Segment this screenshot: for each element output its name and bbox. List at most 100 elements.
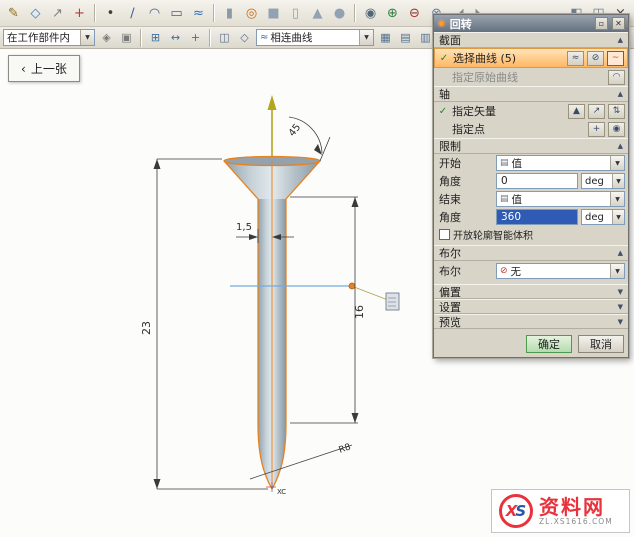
end-option-combo[interactable]: ▤ 值 ▼: [496, 191, 625, 207]
collapse-down-icon[interactable]: ▼: [618, 303, 623, 311]
section-header-offset[interactable]: 偏置 ▼: [434, 284, 628, 299]
point-constructor-button[interactable]: ◉: [608, 122, 625, 137]
datum-plane-icon[interactable]: ◇: [25, 3, 46, 24]
origin-curve-row[interactable]: 指定原始曲线 ◠: [434, 68, 628, 86]
chevron-down-icon[interactable]: ▼: [359, 30, 373, 45]
revolve-icon[interactable]: ◎: [241, 3, 262, 24]
select-curve-row[interactable]: ✓ 选择曲线 (5) ≈ ⊘ ~: [434, 48, 628, 68]
subtract-icon[interactable]: ⊖: [404, 3, 425, 24]
chevron-down-icon[interactable]: ▼: [610, 264, 624, 278]
sphere-icon[interactable]: ●: [329, 3, 350, 24]
start-label: 开始: [437, 155, 493, 171]
arc-icon[interactable]: ◠: [144, 3, 165, 24]
watermark-logo-s: S: [515, 502, 526, 520]
collapse-down-icon[interactable]: ▼: [618, 288, 623, 296]
dimension-shaft-length[interactable]: 16: [290, 197, 366, 423]
separator[interactable]: [94, 4, 96, 22]
chevron-down-icon[interactable]: ▼: [612, 210, 624, 224]
chevron-down-icon[interactable]: ▼: [612, 174, 624, 188]
start-angle-unit-combo[interactable]: deg ▼: [581, 173, 625, 189]
block-icon[interactable]: ■: [263, 3, 284, 24]
dimension-overall-height[interactable]: 23: [140, 159, 268, 489]
detach-dialog-button[interactable]: ▫: [595, 17, 608, 30]
chevron-down-icon[interactable]: ▼: [610, 156, 624, 170]
selected-section-curves[interactable]: [224, 157, 320, 490]
datum-csys-icon[interactable]: +: [69, 3, 90, 24]
datum-axis-icon[interactable]: ↗: [47, 3, 68, 24]
extrude-icon[interactable]: ▮: [219, 3, 240, 24]
end-label: 结束: [437, 191, 493, 207]
collapse-up-icon[interactable]: ▲: [618, 142, 623, 150]
dimension-head-angle[interactable]: 45: [287, 117, 330, 161]
vector-constructor-button[interactable]: ▲: [568, 104, 585, 119]
origin-curve-button[interactable]: ◠: [608, 70, 625, 85]
inferred-vector-button[interactable]: ↗: [588, 104, 605, 119]
end-angle-input[interactable]: 360: [496, 209, 578, 225]
cone-icon[interactable]: ▲: [307, 3, 328, 24]
previous-button[interactable]: ‹ 上一张: [8, 55, 80, 82]
selection-intent-button[interactable]: ≈: [567, 51, 584, 66]
separator[interactable]: [140, 29, 142, 47]
orient-wcs-icon[interactable]: +: [186, 29, 205, 47]
rectangle-icon[interactable]: ▭: [166, 3, 187, 24]
snap-endpoint-icon[interactable]: ▤: [396, 29, 415, 47]
separator[interactable]: [213, 4, 215, 22]
selection-rect-icon[interactable]: ◫: [215, 29, 234, 47]
create-point-icon[interactable]: ⊞: [146, 29, 165, 47]
section-header-boolean[interactable]: 布尔 ▲: [434, 245, 628, 261]
move-handle-icon[interactable]: ↔: [166, 29, 185, 47]
dialog-titlebar[interactable]: ◉ 回转 ▫ ✕: [434, 15, 628, 32]
collapse-up-icon[interactable]: ▲: [618, 90, 623, 98]
specify-vector-row[interactable]: ✓ 指定矢量 ▲ ↗ ⇅: [434, 102, 628, 120]
close-dialog-button[interactable]: ✕: [612, 17, 625, 30]
end-angle-unit-combo[interactable]: deg ▼: [581, 209, 625, 225]
deselect-all-button[interactable]: ⊘: [587, 51, 604, 66]
boolean-combo[interactable]: ⊘ 无 ▼: [496, 263, 625, 279]
separator[interactable]: [209, 29, 211, 47]
collapse-down-icon[interactable]: ▼: [618, 318, 623, 326]
sketch-icon[interactable]: ✎: [3, 3, 24, 24]
chevron-down-icon[interactable]: ▼: [610, 192, 624, 206]
collapse-up-icon[interactable]: ▲: [618, 36, 623, 44]
separator[interactable]: [354, 4, 356, 22]
ok-button[interactable]: 确定: [526, 335, 572, 353]
spline-icon[interactable]: ≈: [188, 3, 209, 24]
point-dialog-icon: +: [593, 124, 601, 134]
section-header-settings[interactable]: 设置 ▼: [434, 299, 628, 314]
start-angle-input[interactable]: 0: [496, 173, 578, 189]
curve-select-button[interactable]: ~: [607, 51, 624, 66]
start-option-value: 值: [512, 156, 523, 171]
section-header-axis[interactable]: 轴 ▲: [434, 86, 628, 102]
start-option-combo[interactable]: ▤ 值 ▼: [496, 155, 625, 171]
select-curve-label: 选择曲线 (5): [453, 50, 564, 66]
line-icon[interactable]: ∕: [122, 3, 143, 24]
collapse-up-icon[interactable]: ▲: [618, 249, 623, 257]
end-option-value: 值: [512, 192, 523, 207]
section-header-preview[interactable]: 预览 ▼: [434, 314, 628, 329]
curve-rule-combo[interactable]: ≈ 相连曲线 ▼: [256, 29, 374, 46]
point-icon[interactable]: •: [100, 3, 121, 24]
value-option-icon: ▤: [500, 194, 509, 204]
origin-point-handle[interactable]: [349, 283, 355, 289]
specify-point-row[interactable]: 指定点 + ◉: [434, 120, 628, 138]
section-header-section[interactable]: 截面 ▲: [434, 32, 628, 48]
highlight-profile-icon[interactable]: ◇: [235, 29, 254, 47]
scope-combo[interactable]: 在工作部件内 ▼: [3, 29, 95, 46]
snap-grid-icon[interactable]: ▦: [376, 29, 395, 47]
open-profile-row: 开放轮廓智能体积: [434, 226, 628, 242]
cancel-button[interactable]: 取消: [578, 335, 624, 353]
preview-header-label: 预览: [439, 314, 461, 330]
point-dialog-button[interactable]: +: [588, 122, 605, 137]
interpart-link-icon[interactable]: ▣: [117, 29, 136, 47]
chevron-down-icon[interactable]: ▼: [80, 30, 94, 45]
section-header-limits[interactable]: 限制 ▲: [434, 138, 628, 154]
work-in-part-icon[interactable]: ◈: [97, 29, 116, 47]
hole-icon[interactable]: ◉: [360, 3, 381, 24]
angle-drag-handle[interactable]: [386, 293, 399, 310]
reverse-direction-button[interactable]: ⇅: [608, 104, 625, 119]
cylinder-icon[interactable]: ▯: [285, 3, 306, 24]
curve-icon: ~: [612, 53, 620, 63]
unite-icon[interactable]: ⊕: [382, 3, 403, 24]
open-profile-checkbox[interactable]: [439, 229, 450, 240]
axis-vector-arrow[interactable]: [268, 95, 277, 161]
